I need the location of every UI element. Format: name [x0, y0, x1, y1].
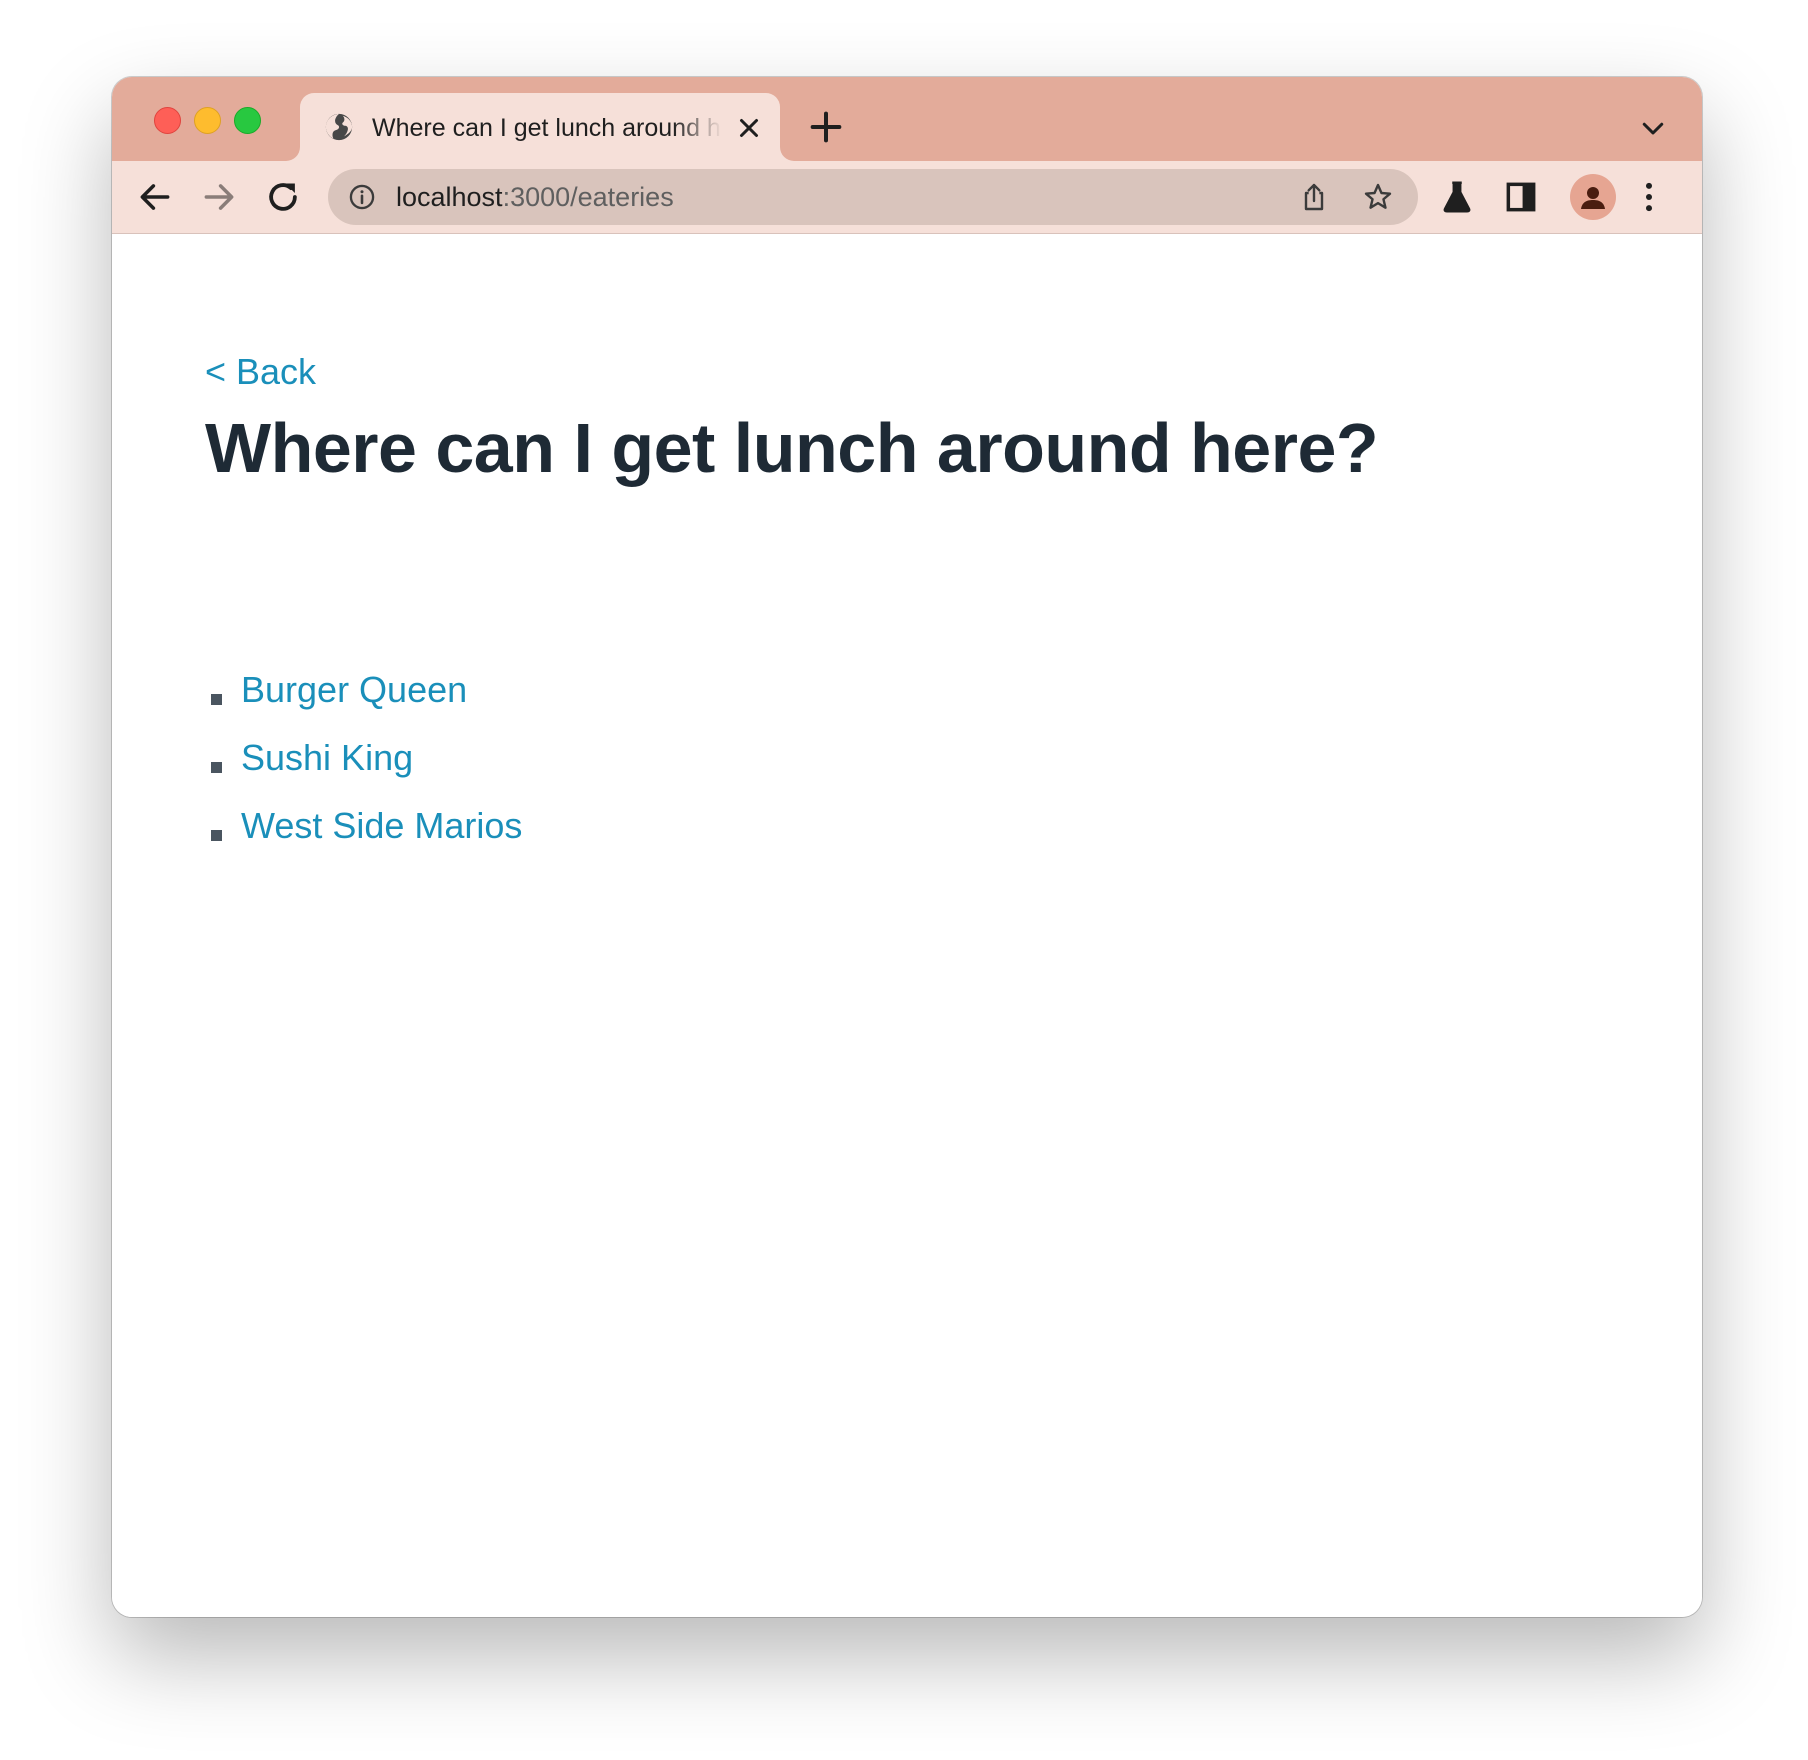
minimize-window-button[interactable] — [194, 107, 221, 134]
url-host: localhost — [396, 182, 503, 212]
page-content: < Back Where can I get lunch around here… — [112, 234, 1702, 1617]
address-bar[interactable]: localhost:3000/eateries — [328, 169, 1418, 225]
page-title: Where can I get lunch around here? — [205, 409, 1379, 487]
url-text[interactable]: localhost:3000/eateries — [396, 179, 674, 215]
tab-title: Where can I get lunch around here? — [372, 114, 722, 142]
side-panel-icon[interactable] — [1502, 178, 1540, 216]
zoom-window-button[interactable] — [234, 107, 261, 134]
chevron-down-icon[interactable] — [1638, 113, 1668, 143]
browser-toolbar: localhost:3000/eateries — [112, 161, 1702, 234]
tab-active[interactable]: Where can I get lunch around here? — [300, 93, 780, 161]
person-icon — [1581, 187, 1605, 209]
tab-strip: Where can I get lunch around here? — [112, 77, 1702, 161]
eatery-link[interactable]: Sushi King — [241, 732, 522, 784]
bullet-marker — [211, 762, 222, 773]
bullet-marker — [211, 830, 222, 841]
plus-icon[interactable] — [806, 107, 846, 147]
eatery-link[interactable]: West Side Marios — [241, 800, 522, 852]
share-icon[interactable] — [1298, 181, 1330, 213]
globe-icon — [325, 113, 353, 141]
bullet-marker — [211, 694, 222, 705]
flask-icon[interactable] — [1438, 178, 1476, 216]
eatery-list: Burger Queen Sushi King West Side Marios — [205, 669, 522, 878]
list-item: West Side Marios — [205, 805, 522, 878]
arrow-left-icon[interactable] — [136, 178, 174, 216]
kebab-menu-icon[interactable] — [1630, 178, 1668, 216]
back-link[interactable]: < Back — [205, 350, 316, 394]
close-icon[interactable] — [734, 113, 764, 143]
browser-window: Where can I get lunch around here? — [112, 77, 1702, 1617]
avatar-icon[interactable] — [1570, 174, 1616, 220]
reload-icon[interactable] — [264, 178, 302, 216]
star-icon[interactable] — [1362, 181, 1394, 213]
close-window-button[interactable] — [154, 107, 181, 134]
info-icon[interactable] — [348, 183, 376, 211]
eatery-link[interactable]: Burger Queen — [241, 664, 522, 716]
arrow-right-icon[interactable] — [200, 178, 238, 216]
url-path: :3000/eateries — [502, 182, 674, 212]
